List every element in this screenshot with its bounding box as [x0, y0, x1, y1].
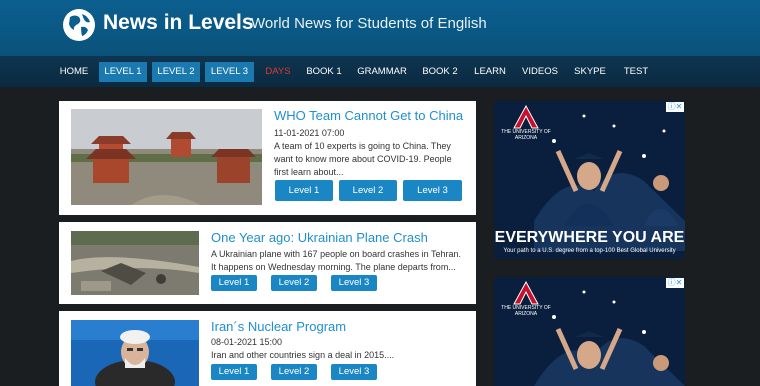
arizona-logo-icon	[513, 281, 539, 305]
ad-headline: EVERYWHERE YOU ARE	[494, 229, 685, 246]
site-tagline: World News for Students of English	[251, 15, 487, 32]
level-1-button[interactable]: Level 1	[275, 180, 333, 201]
ad-subtext: Your path to a U.S. degree from a top-10…	[503, 248, 676, 254]
nav-home[interactable]: HOME	[56, 62, 92, 82]
article-card: One Year ago: Ukrainian Plane Crash A Uk…	[59, 222, 476, 304]
nav-test[interactable]: TEST	[620, 62, 652, 82]
ad-banner[interactable]: THE UNIVERSITY OF ARIZONA EVERYWHERE YOU…	[494, 101, 685, 259]
site-header: News in Levels World News for Students o…	[0, 0, 760, 56]
article-card: Iran´s Nuclear Program 08-01-2021 15:00 …	[59, 311, 476, 386]
level-1-button[interactable]: Level 1	[211, 364, 257, 380]
globe-logo-icon[interactable]	[62, 8, 96, 42]
article-title[interactable]: One Year ago: Ukrainian Plane Crash	[211, 230, 428, 245]
ad-logo-text: THE UNIVERSITY OF ARIZONA	[501, 305, 551, 317]
nav-learn[interactable]: LEARN	[472, 62, 508, 82]
ad-close-icon[interactable]: ⓘ✕	[666, 278, 684, 288]
nav-level-1[interactable]: LEVEL 1	[99, 62, 147, 82]
nav-book-1[interactable]: BOOK 1	[304, 62, 344, 82]
nav-book-2[interactable]: BOOK 2	[419, 62, 461, 82]
nav-level-3[interactable]: LEVEL 3	[205, 62, 254, 82]
level-3-button[interactable]: Level 3	[331, 275, 377, 291]
level-3-button[interactable]: Level 3	[331, 364, 377, 380]
article-title[interactable]: WHO Team Cannot Get to China	[274, 108, 463, 123]
level-2-button[interactable]: Level 2	[271, 364, 317, 380]
article-excerpt: Iran and other countries sign a deal in …	[211, 350, 395, 360]
level-1-button[interactable]: Level 1	[211, 275, 257, 291]
article-thumbnail[interactable]	[71, 320, 199, 386]
site-title[interactable]: News in Levels	[103, 11, 254, 35]
nav-level-2[interactable]: LEVEL 2	[152, 62, 200, 82]
level-2-button[interactable]: Level 2	[339, 180, 397, 201]
nav-skype[interactable]: SKYPE	[572, 62, 608, 82]
article-excerpt: A Ukrainian plane with 167 people on boa…	[211, 249, 462, 272]
article-thumbnail[interactable]	[71, 109, 262, 205]
main-nav: HOME LEVEL 1 LEVEL 2 LEVEL 3 DAYS BOOK 1…	[0, 56, 760, 87]
level-3-button[interactable]: Level 3	[403, 180, 462, 201]
article-excerpt: A team of 10 experts is going to China. …	[274, 141, 452, 177]
level-2-button[interactable]: Level 2	[271, 275, 317, 291]
article-thumbnail[interactable]	[71, 231, 199, 295]
ad-logo-text: THE UNIVERSITY OF ARIZONA	[501, 129, 551, 141]
ad-close-icon[interactable]: ⓘ✕	[666, 102, 684, 112]
ad-banner[interactable]: THE UNIVERSITY OF ARIZONA ⓘ✕	[494, 277, 685, 386]
nav-videos[interactable]: VIDEOS	[520, 62, 560, 82]
article-date: 08-01-2021 15:00	[211, 337, 283, 347]
arizona-logo-icon	[513, 105, 539, 129]
article-title[interactable]: Iran´s Nuclear Program	[211, 319, 346, 334]
nav-days[interactable]: DAYS	[262, 62, 294, 82]
article-card: WHO Team Cannot Get to China 11-01-2021 …	[59, 101, 476, 215]
article-date: 11-01-2021 07:00	[274, 128, 345, 138]
nav-grammar[interactable]: GRAMMAR	[356, 62, 408, 82]
